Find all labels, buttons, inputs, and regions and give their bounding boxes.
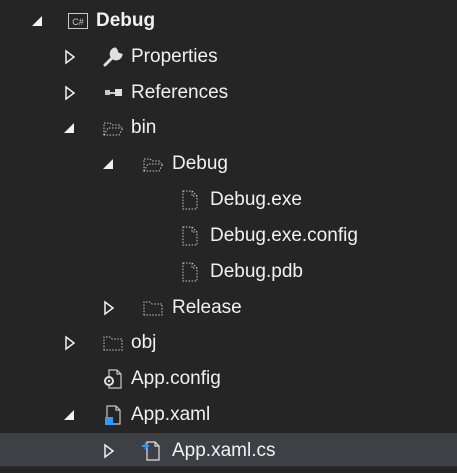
file-icon xyxy=(182,262,198,282)
tree-node-release-folder[interactable]: Release xyxy=(0,290,457,326)
folder-open-icon xyxy=(103,122,124,136)
tree-node-obj-folder[interactable]: obj xyxy=(0,325,457,361)
tree-node-label: Debug.exe xyxy=(210,189,302,210)
tree-node-label: bin xyxy=(131,117,157,138)
tree-node-app-config[interactable]: App.config xyxy=(0,361,457,397)
csharp-file-icon xyxy=(142,441,160,461)
tree-node-debug-exe[interactable]: Debug.exe xyxy=(0,182,457,218)
solution-explorer-tree: C# Debug Properties References bin Debug… xyxy=(0,0,457,473)
file-icon xyxy=(182,226,198,246)
collapsed-triangle-icon[interactable] xyxy=(61,84,79,102)
collapsed-triangle-icon[interactable] xyxy=(100,299,118,317)
tree-node-app-xaml[interactable]: App.xaml xyxy=(0,397,457,433)
collapsed-triangle-icon[interactable] xyxy=(100,442,118,460)
tree-node-debug-pdb[interactable]: Debug.pdb xyxy=(0,254,457,290)
expanded-triangle-icon[interactable] xyxy=(61,119,79,137)
tree-node-label: Debug xyxy=(172,153,228,174)
config-file-icon xyxy=(104,369,122,389)
tree-node-label: App.config xyxy=(131,368,221,389)
tree-node-label: Properties xyxy=(131,46,218,67)
tree-node-references[interactable]: References xyxy=(0,75,457,111)
folder-closed-icon xyxy=(143,301,163,316)
tree-node-debug-exe-config[interactable]: Debug.exe.config xyxy=(0,218,457,254)
collapsed-triangle-icon[interactable] xyxy=(61,48,79,66)
tree-node-debug-project[interactable]: C# Debug xyxy=(0,3,457,39)
expanded-triangle-icon[interactable] xyxy=(29,12,47,30)
wrench-icon xyxy=(103,47,123,67)
collapsed-triangle-icon[interactable] xyxy=(61,334,79,352)
tree-node-label: References xyxy=(131,82,229,103)
svg-text:C#: C# xyxy=(72,17,84,27)
panel-bottom-edge xyxy=(0,466,457,473)
references-icon xyxy=(105,89,122,96)
tree-node-label: App.xaml xyxy=(131,404,211,425)
tree-node-label: App.xaml.cs xyxy=(172,440,276,461)
tree-node-app-xaml-cs[interactable]: App.xaml.cs xyxy=(0,433,457,469)
tree-node-bin-folder[interactable]: bin xyxy=(0,110,457,146)
tree-node-label: Debug xyxy=(96,10,156,31)
folder-closed-icon xyxy=(103,336,123,351)
tree-node-label: Release xyxy=(172,297,242,318)
tree-node-label: Debug.exe.config xyxy=(210,225,358,246)
tree-node-debug-folder[interactable]: Debug xyxy=(0,146,457,182)
xaml-file-icon xyxy=(105,405,121,425)
file-icon xyxy=(182,190,198,210)
csharp-project-icon: C# xyxy=(68,13,88,29)
tree-node-label: Debug.pdb xyxy=(210,261,303,282)
expanded-triangle-icon[interactable] xyxy=(100,155,118,173)
folder-open-icon xyxy=(143,158,164,172)
expanded-triangle-icon[interactable] xyxy=(61,406,79,424)
tree-node-properties[interactable]: Properties xyxy=(0,39,457,75)
tree-node-label: obj xyxy=(131,332,157,353)
